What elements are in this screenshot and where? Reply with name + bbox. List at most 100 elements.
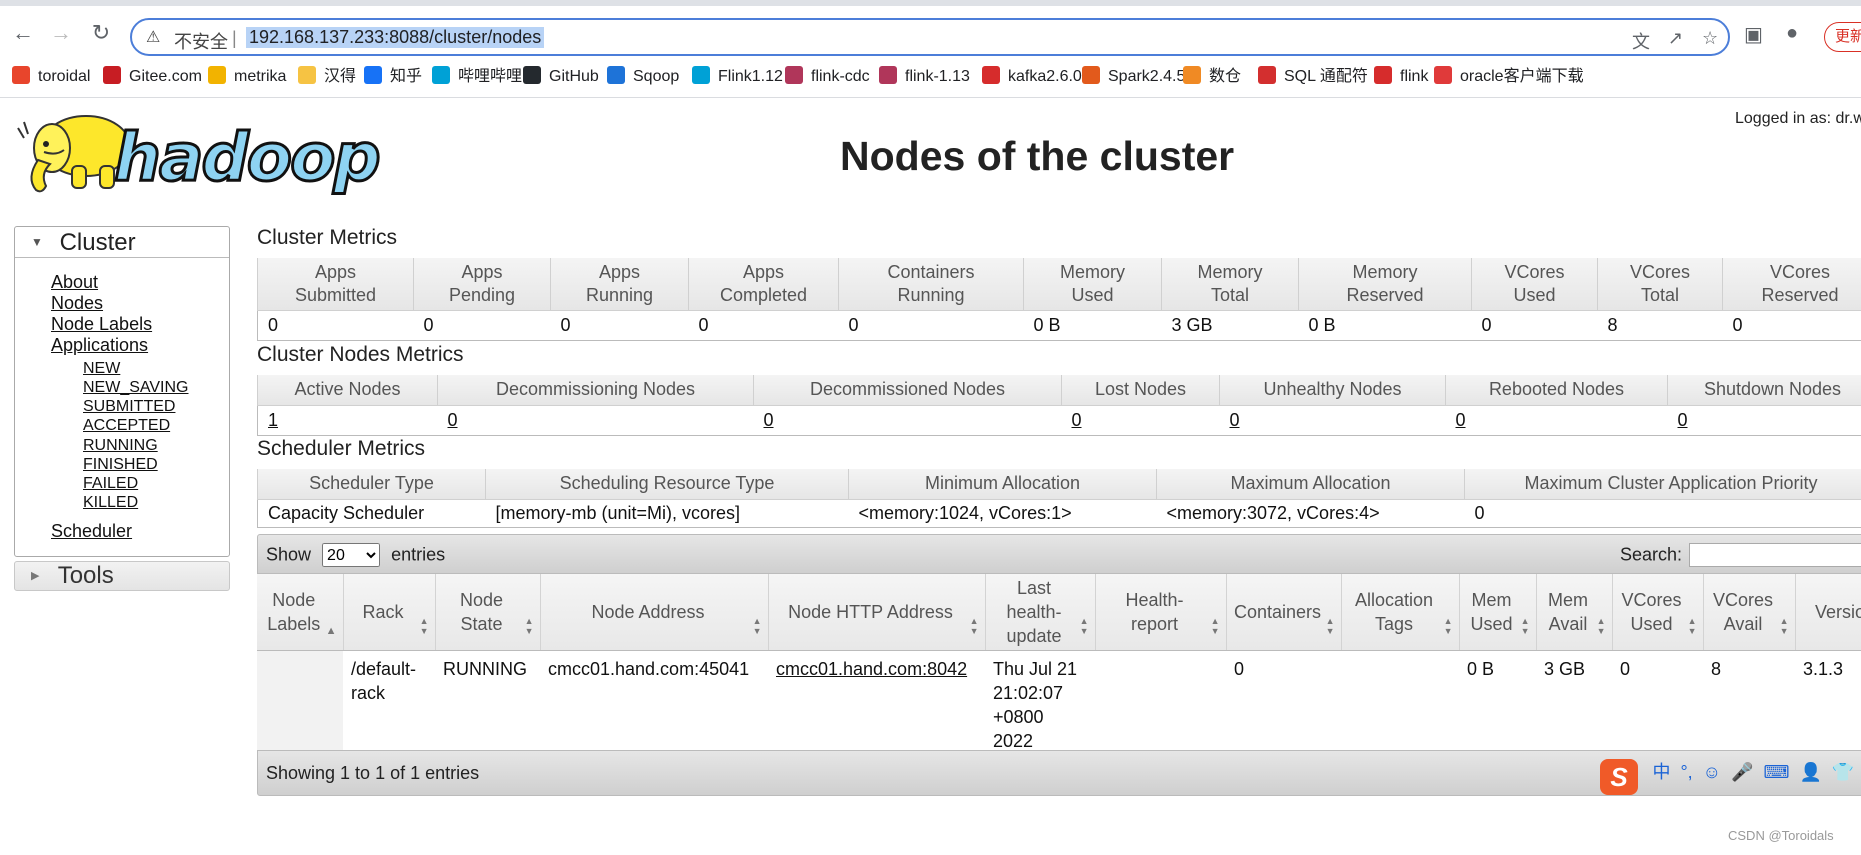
column-header[interactable]: Mem Used ▲ ▼ (1459, 574, 1537, 651)
nav-nodes-link[interactable]: Nodes (51, 293, 103, 314)
profile-icon[interactable]: ● (1786, 22, 1798, 45)
table-row: /default-rack RUNNING cmcc01.hand.com:4504… (257, 650, 1861, 759)
column-header[interactable]: Rack ▲ ▼ (343, 574, 436, 651)
address-bar[interactable]: ⚠ 不安全 | 192.168.137.233:8088/cluster/nod… (130, 18, 1730, 56)
insecure-label[interactable]: 不安全 (174, 28, 228, 54)
nodes-table: Node Labels ▲ Rack ▲ ▼ Node State ▲ ▼ Node Address… (257, 574, 1861, 759)
sogou-ime-icon[interactable]: S (1600, 759, 1638, 795)
column-header-line: Avail (1723, 613, 1763, 634)
bookmark-item[interactable]: 汉得 (298, 66, 356, 88)
ime-chinese-mode-icon[interactable]: 中 (1652, 758, 1670, 784)
column-header[interactable]: Version▲▼ (1795, 574, 1861, 651)
column-header[interactable]: Last health-update ▲ ▼ (985, 574, 1096, 651)
forward-arrow-icon[interactable]: → (48, 20, 74, 46)
bookmark-item[interactable]: Spark2.4.5 (1082, 66, 1185, 88)
nav-app-new-link[interactable]: NEW (83, 360, 120, 378)
bookmark-label: flink-1.13 (905, 68, 970, 85)
share-icon[interactable]: ↗ (1668, 28, 1683, 49)
ime-voice-icon[interactable]: 🎤 (1731, 762, 1753, 783)
column-header-line: Version (1814, 601, 1861, 622)
bookmark-item[interactable]: 哔哩哔哩 (432, 66, 522, 88)
nav-app-accepted-link[interactable]: ACCEPTED (83, 417, 170, 435)
nav-node-labels-link[interactable]: Node Labels (51, 314, 152, 335)
bookmark-label: toroidal (38, 68, 91, 85)
cluster-metrics-table: Apps Submitted Apps Pending Apps Running Apps C… (257, 258, 1861, 341)
node-metric-link[interactable]: 1 (268, 410, 278, 430)
url-text[interactable]: 192.168.137.233:8088/cluster/nodes (246, 27, 545, 48)
reload-icon[interactable]: ↻ (88, 20, 114, 46)
node-metric-header: Shutdown Nodes (1667, 375, 1861, 406)
bookmark-item[interactable]: Sqoop (607, 66, 679, 88)
scheduler-metric-header: Maximum Cluster Application Priority (1464, 469, 1861, 500)
column-header[interactable]: Node HTTP Address ▲ ▼ (768, 574, 986, 651)
zhihu-icon (364, 66, 382, 84)
bookmark-item[interactable]: Gitee.com (103, 66, 202, 88)
column-header[interactable]: Node State ▲ ▼ (435, 574, 541, 651)
ime-keyboard-icon[interactable]: ⌨ (1763, 762, 1789, 783)
metric-header-line: Submitted (294, 284, 377, 305)
node-metric-link[interactable]: 0 (448, 410, 458, 430)
column-header[interactable]: VCores Avail ▲ ▼ (1703, 574, 1796, 651)
bookmark-item[interactable]: flink (1374, 66, 1428, 88)
bookmark-item[interactable]: Flink1.12 (692, 66, 783, 88)
nav-applications-link[interactable]: Applications (51, 335, 148, 356)
sort-icon: ▲ ▼ (419, 615, 429, 636)
warning-icon[interactable]: ⚠ (146, 27, 166, 47)
node-metric-link[interactable]: 0 (1678, 410, 1688, 430)
nav-app-new-saving-link[interactable]: NEW_SAVING (83, 379, 189, 397)
bookmark-item[interactable]: toroidal (12, 66, 90, 88)
bookmark-item[interactable]: metrika (208, 66, 286, 88)
node-metric-link[interactable]: 0 (764, 410, 774, 430)
bookmark-item[interactable]: 知乎 (364, 66, 422, 88)
nav-about-link[interactable]: About (51, 272, 98, 293)
update-button[interactable]: 更新 (1824, 22, 1861, 52)
bookmark-item[interactable]: GitHub (523, 66, 599, 88)
squirrel-icon (785, 66, 803, 84)
column-header[interactable]: Node Labels ▲ (257, 574, 344, 651)
column-header[interactable]: Containers ▲ ▼ (1226, 574, 1342, 651)
node-metric-cell: 0 (753, 405, 1062, 436)
nav-app-submitted-link[interactable]: SUBMITTED (83, 398, 175, 416)
translate-icon[interactable]: 文 (1632, 28, 1650, 54)
side-panel-icon[interactable]: ▣ (1744, 22, 1763, 47)
bookmark-item[interactable]: flink-cdc (785, 66, 870, 88)
column-header[interactable]: VCores Used ▲ ▼ (1612, 574, 1704, 651)
page-size-select[interactable]: 20 (322, 543, 381, 567)
nav-app-running-link[interactable]: RUNNING (83, 437, 158, 455)
ime-account-icon[interactable]: 👤 (1799, 762, 1821, 783)
nav-app-killed-link[interactable]: KILLED (83, 494, 138, 512)
node-metric-link[interactable]: 0 (1230, 410, 1240, 430)
node-metric-link[interactable]: 0 (1072, 410, 1082, 430)
search-input[interactable] (1689, 543, 1861, 567)
ime-skin-icon[interactable]: 👕 (1832, 762, 1854, 783)
table-info-text: Showing 1 to 1 of 1 entries (266, 763, 480, 783)
nav-scheduler-link[interactable]: Scheduler (51, 521, 132, 542)
nav-app-finished-link[interactable]: FINISHED (83, 456, 158, 474)
bookmark-item[interactable]: kafka2.6.0 (982, 66, 1082, 88)
metric-header: Apps Completed (688, 258, 839, 311)
version-cell: 3.1.3 (1795, 650, 1861, 759)
bookmark-item[interactable]: flink-1.13 (879, 66, 970, 88)
bookmark-item[interactable]: SQL 通配符 (1258, 66, 1368, 88)
cluster-nav-header[interactable]: ▼ Cluster (15, 227, 229, 258)
ime-punctuation-icon[interactable]: °, (1680, 762, 1692, 783)
tools-nav-header[interactable]: ▶ Tools (14, 561, 230, 591)
column-header[interactable]: Health-report ▲ ▼ (1095, 574, 1227, 651)
bookmark-item[interactable]: oracle客户端下载 (1434, 66, 1584, 88)
nav-app-failed-link[interactable]: FAILED (83, 475, 138, 493)
node-http-address-cell-text[interactable]: cmcc01.hand.com:8042 (776, 659, 967, 679)
bookmark-star-icon[interactable]: ☆ (1702, 28, 1718, 49)
column-header[interactable]: Node Address ▲ ▼ (540, 574, 769, 651)
node-metric-header: Rebooted Nodes (1445, 375, 1668, 406)
node-metric-cell: 0 (1219, 405, 1446, 436)
bookmark-label: 哔哩哔哩 (458, 68, 523, 85)
ime-emoji-icon[interactable]: ☺ (1703, 762, 1721, 783)
column-header[interactable]: Mem Avail ▲ ▼ (1536, 574, 1613, 651)
bookmark-item[interactable]: 数仓 (1183, 66, 1241, 88)
back-arrow-icon[interactable]: ← (10, 20, 36, 46)
metric-header: VCores Total (1597, 258, 1723, 311)
column-header[interactable]: Allocation Tags ▲ ▼ (1341, 574, 1460, 651)
hadoop-logo: hadoop (17, 115, 382, 198)
toroidal-icon (12, 66, 30, 84)
node-metric-link[interactable]: 0 (1456, 410, 1466, 430)
